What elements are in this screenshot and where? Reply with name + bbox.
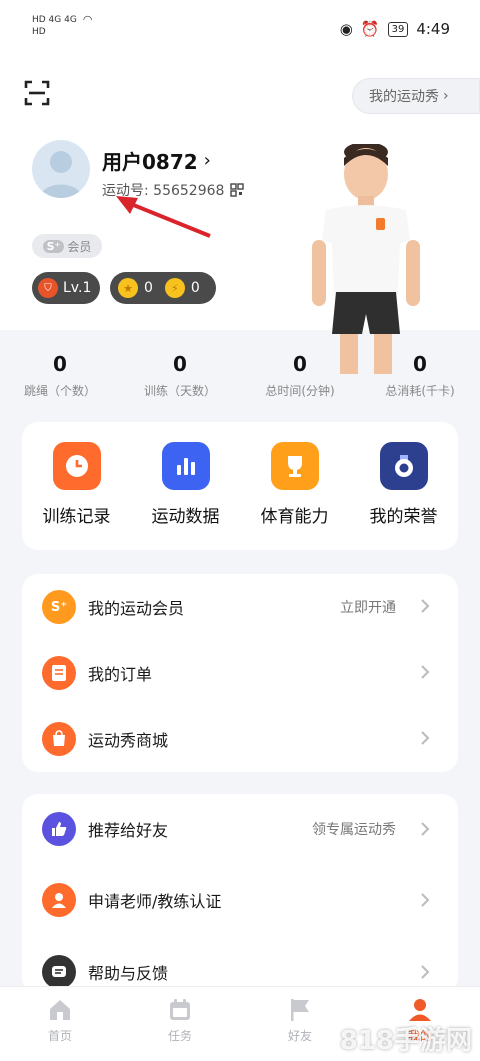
- clock-time: 4:49: [416, 20, 450, 38]
- vip-tag-label: 会员: [67, 239, 92, 254]
- coins-badge[interactable]: ★ 0 ⚡ 0: [110, 272, 216, 304]
- status-signals: HD 4G 4G ◠ HD: [32, 14, 92, 38]
- tab-home[interactable]: 首页: [0, 987, 120, 1061]
- bar-chart-icon: [161, 442, 210, 490]
- tab-tasks[interactable]: 任务: [120, 987, 240, 1061]
- row-hint: 立即开通: [340, 600, 396, 616]
- menu-row-recommend[interactable]: 推荐给好友 领专属运动秀: [22, 794, 458, 864]
- sport-data-button[interactable]: 运动数据: [136, 442, 236, 550]
- stat-label: 训练（天数）: [143, 384, 216, 398]
- stat-jump-rope[interactable]: 0 跳绳（个数）: [0, 352, 120, 408]
- stat-label: 总消耗(千卡): [385, 384, 455, 398]
- row-label: 我的运动会员: [88, 599, 185, 618]
- quick-label: 我的荣誉: [369, 507, 438, 527]
- stat-value: 0: [413, 352, 427, 376]
- stat-label: 跳绳（个数）: [23, 384, 96, 398]
- shop-icon: [42, 722, 76, 756]
- alarm-icon: ⏰: [360, 20, 380, 38]
- eye-icon: ◉: [339, 20, 353, 38]
- training-record-button[interactable]: 训练记录: [27, 442, 127, 550]
- quick-label: 训练记录: [42, 507, 111, 527]
- avatar[interactable]: [32, 140, 90, 198]
- qr-code-icon[interactable]: [230, 183, 245, 197]
- certificate-icon: [42, 883, 76, 917]
- chevron-right-icon: [421, 822, 430, 836]
- chevron-right-icon: [421, 665, 430, 679]
- row-label: 我的订单: [88, 665, 153, 684]
- stat-value: 0: [293, 352, 307, 376]
- row-hint: 领专属运动秀: [312, 822, 396, 838]
- stat-total-calories[interactable]: 0 总消耗(千卡): [360, 352, 480, 408]
- quick-label: 运动数据: [151, 507, 220, 527]
- trophy-icon: [270, 442, 319, 490]
- thumbs-up-icon: [42, 812, 76, 846]
- stats-row: 0 跳绳（个数） 0 训练（天数） 0 总时间(分钟) 0 总消耗(千卡): [0, 352, 480, 408]
- status-bar: HD 4G 4G ◠ HD ◉ ⏰ 39 4:49: [0, 0, 480, 60]
- chevron-right-icon: ›: [203, 150, 211, 171]
- bottom-tab-bar: 首页 任务 好友 我的 818手游网: [0, 986, 480, 1061]
- quick-label: 体育能力: [260, 507, 329, 527]
- username[interactable]: 用户0872 ›: [102, 146, 211, 175]
- tab-label: 任务: [167, 1029, 192, 1043]
- stat-total-time[interactable]: 0 总时间(分钟): [240, 352, 360, 408]
- status-right: ◉ ⏰ 39 4:49: [340, 20, 450, 38]
- coin-b-value: 0: [190, 280, 200, 296]
- my-sport-show-button[interactable]: 我的运动秀 ›: [352, 78, 480, 114]
- avatar-character-figure[interactable]: [306, 144, 426, 384]
- vip-tag[interactable]: S⁺ 会员: [32, 234, 102, 258]
- tab-label: 好友: [287, 1029, 312, 1043]
- stat-value: 0: [53, 352, 67, 376]
- my-honor-button[interactable]: 我的荣誉: [354, 442, 454, 550]
- vip-logo-icon: S⁺: [42, 239, 65, 253]
- sport-ability-button[interactable]: 体育能力: [245, 442, 345, 550]
- shield-icon: ⛉: [38, 278, 58, 298]
- show-button-label: 我的运动秀: [369, 89, 439, 105]
- stat-training-days[interactable]: 0 训练（天数）: [120, 352, 240, 408]
- row-label: 帮助与反馈: [88, 964, 169, 983]
- home-icon: [50, 1000, 70, 1020]
- order-icon: [42, 656, 76, 690]
- member-menu-card: S⁺ 我的运动会员 立即开通 我的订单 运动秀商城: [22, 574, 458, 772]
- calendar-icon: [170, 999, 190, 1020]
- coin-a-value: 0: [144, 280, 153, 296]
- level-badge[interactable]: ⛉ Lv.1: [32, 272, 100, 304]
- chevron-right-icon: [421, 599, 430, 613]
- chevron-right-icon: ›: [443, 88, 449, 104]
- row-label: 运动秀商城: [88, 731, 169, 750]
- annotation-arrow: [116, 196, 211, 238]
- menu-row-coach-certification[interactable]: 申请老师/教练认证: [22, 864, 458, 936]
- username-text: 用户0872: [102, 150, 198, 174]
- row-label: 申请老师/教练认证: [88, 892, 222, 911]
- menu-row-sport-member[interactable]: S⁺ 我的运动会员 立即开通: [22, 574, 458, 640]
- menu-row-my-orders[interactable]: 我的订单: [22, 640, 458, 706]
- avatar-placeholder-icon: [40, 151, 82, 198]
- flag-icon: [291, 999, 309, 1021]
- feedback-icon: [42, 955, 76, 989]
- chevron-right-icon: [421, 893, 430, 907]
- quick-actions-card: 训练记录 运动数据 体育能力 我的荣誉: [22, 422, 458, 550]
- service-menu-card: 推荐给好友 领专属运动秀 申请老师/教练认证 帮助与反馈: [22, 794, 458, 994]
- energy-coin-icon: ⚡: [164, 278, 185, 298]
- menu-row-shop[interactable]: 运动秀商城: [22, 706, 458, 772]
- watermark-text: 818手游网: [339, 1026, 472, 1056]
- row-label: 推荐给好友: [88, 821, 169, 840]
- vip-icon: S⁺: [42, 590, 76, 624]
- hd-text: HD: [32, 27, 46, 37]
- scan-icon[interactable]: [24, 80, 50, 106]
- star-coin-icon: ★: [118, 278, 138, 298]
- medal-icon: [379, 442, 428, 490]
- wifi-icon: ◠: [82, 13, 93, 26]
- level-text: Lv.1: [63, 280, 92, 296]
- signal-text: HD 4G 4G: [32, 15, 77, 25]
- tab-label: 首页: [47, 1029, 72, 1043]
- stat-label: 总时间(分钟): [265, 384, 335, 398]
- battery-icon: 39: [387, 21, 409, 37]
- stat-value: 0: [173, 352, 187, 376]
- clock-icon: [52, 442, 101, 490]
- profile-header: 我的运动秀 › 用户0872 › 运动号: 55652968 S⁺ 会员 ⛉ L…: [0, 60, 480, 374]
- chevron-right-icon: [421, 731, 430, 745]
- chevron-right-icon: [421, 965, 430, 979]
